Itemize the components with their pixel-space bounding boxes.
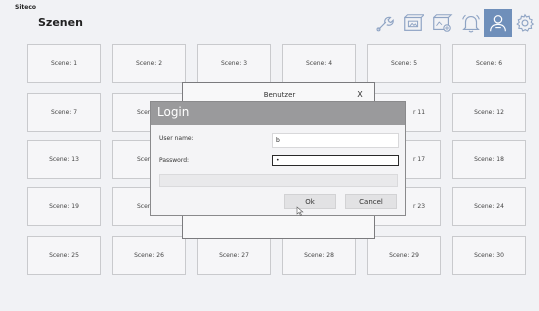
benutzer-dialog-title: Benutzer	[263, 91, 296, 99]
bell-icon	[462, 14, 480, 33]
message-area	[159, 174, 398, 187]
image-card-button[interactable]	[399, 9, 427, 37]
mouse-cursor-icon	[296, 206, 304, 216]
scene-button-19[interactable]: Scene: 19	[27, 187, 101, 226]
settings-button[interactable]	[511, 9, 539, 37]
toolbar	[0, 9, 539, 39]
scene-button-1[interactable]: Scene: 1	[27, 44, 101, 83]
scene-button-24[interactable]: Scene: 24	[452, 187, 526, 226]
gear-icon	[516, 13, 535, 32]
username-label: User name:	[159, 135, 194, 142]
scene-button-5[interactable]: Scene: 5	[367, 44, 441, 83]
scene-button-3[interactable]: Scene: 3	[197, 44, 271, 83]
tool-icon	[376, 16, 394, 32]
login-dialog: Login User name: b Password: • Ok Cancel	[150, 101, 406, 216]
login-titlebar: Login	[151, 102, 405, 125]
image-settings-button[interactable]	[428, 9, 456, 37]
user-button[interactable]	[484, 9, 512, 37]
app-window: Siteco Szenen Scene: 1 Scene: 2 Scene: 3…	[0, 0, 539, 311]
scene-button-4[interactable]: Scene: 4	[282, 44, 356, 83]
scene-button-28[interactable]: Scene: 28	[282, 236, 356, 275]
close-button[interactable]: X	[353, 88, 367, 102]
scene-button-25[interactable]: Scene: 25	[27, 236, 101, 275]
username-field[interactable]: b	[272, 133, 399, 148]
scene-button-18[interactable]: Scene: 18	[452, 140, 526, 179]
password-label: Password:	[159, 157, 190, 164]
notification-button[interactable]	[457, 9, 485, 37]
image-settings-icon	[433, 14, 453, 32]
tool-button[interactable]	[370, 9, 398, 37]
image-card-icon	[404, 14, 424, 31]
scene-button-12[interactable]: Scene: 12	[452, 93, 526, 132]
login-title: Login	[157, 105, 190, 119]
scene-button-7[interactable]: Scene: 7	[27, 93, 101, 132]
scene-button-29[interactable]: Scene: 29	[367, 236, 441, 275]
scene-button-6[interactable]: Scene: 6	[452, 44, 526, 83]
ok-button[interactable]: Ok	[284, 194, 336, 209]
password-field[interactable]: •	[272, 155, 399, 166]
scene-button-27[interactable]: Scene: 27	[197, 236, 271, 275]
user-icon	[490, 15, 506, 32]
scene-button-13[interactable]: Scene: 13	[27, 140, 101, 179]
scene-button-2[interactable]: Scene: 2	[112, 44, 186, 83]
cancel-button[interactable]: Cancel	[345, 194, 397, 209]
scene-button-30[interactable]: Scene: 30	[452, 236, 526, 275]
scene-button-26[interactable]: Scene: 26	[112, 236, 186, 275]
